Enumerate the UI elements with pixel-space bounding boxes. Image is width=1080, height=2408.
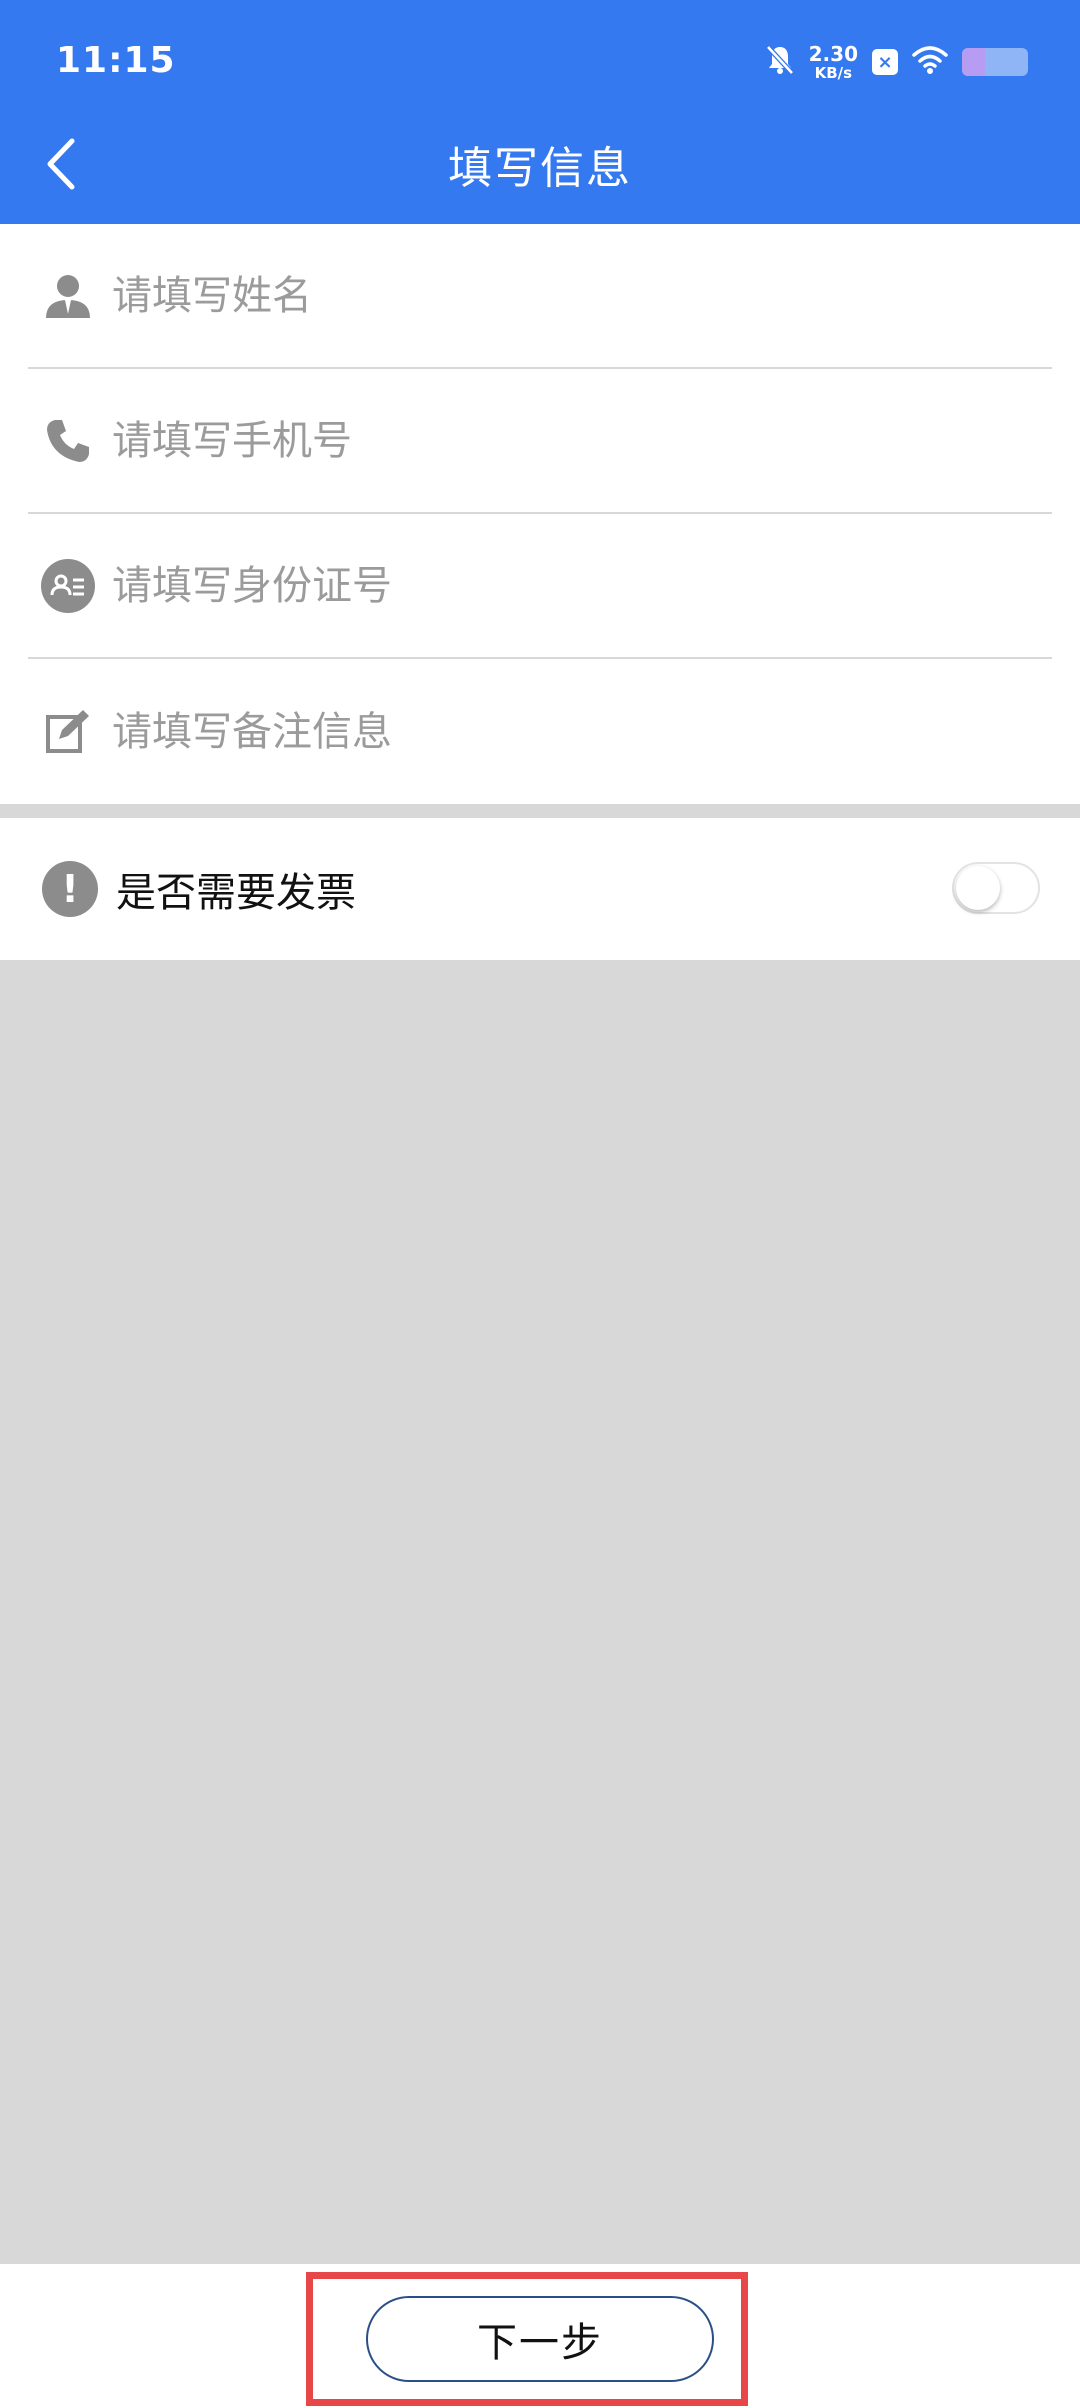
id-number-row xyxy=(28,514,1052,659)
person-icon xyxy=(40,268,96,324)
battery-icon xyxy=(962,48,1028,76)
net-speed-value: 2.30 xyxy=(808,41,858,66)
net-speed-unit: KB/s xyxy=(814,63,853,82)
phone-icon xyxy=(40,413,96,469)
header: 11:15 2.30 KB/s × 填写信息 xyxy=(0,0,1080,224)
invoice-label: 是否需要发票 xyxy=(116,870,356,916)
info-form xyxy=(0,224,1080,804)
battery-fill xyxy=(962,48,986,76)
wifi-icon xyxy=(912,45,948,79)
remark-input[interactable] xyxy=(112,691,1052,772)
invoice-row: ! 是否需要发票 xyxy=(0,818,1080,960)
mute-bell-icon xyxy=(765,44,795,80)
edit-note-icon xyxy=(40,704,96,760)
status-icons: 2.30 KB/s × xyxy=(765,42,1028,82)
app-notification-icon: × xyxy=(872,49,898,75)
app-screen: 11:15 2.30 KB/s × 填写信息 请填写姓名 请填写手机号 请填写身… xyxy=(0,0,1080,2408)
toggle-knob xyxy=(956,866,1000,910)
status-time: 11:15 xyxy=(56,40,176,81)
invoice-toggle[interactable] xyxy=(952,862,1040,914)
id-number-input[interactable] xyxy=(112,545,1052,626)
exclamation-icon: ! xyxy=(42,861,98,917)
page-title: 填写信息 xyxy=(448,143,632,194)
id-card-icon xyxy=(40,558,96,614)
name-input[interactable] xyxy=(112,255,1052,336)
remark-row xyxy=(28,659,1052,804)
network-speed: 2.30 KB/s xyxy=(809,44,858,81)
phone-row xyxy=(28,369,1052,514)
next-step-button[interactable]: 下一步 xyxy=(366,2296,714,2382)
name-row xyxy=(28,224,1052,369)
phone-input[interactable] xyxy=(112,400,1052,481)
